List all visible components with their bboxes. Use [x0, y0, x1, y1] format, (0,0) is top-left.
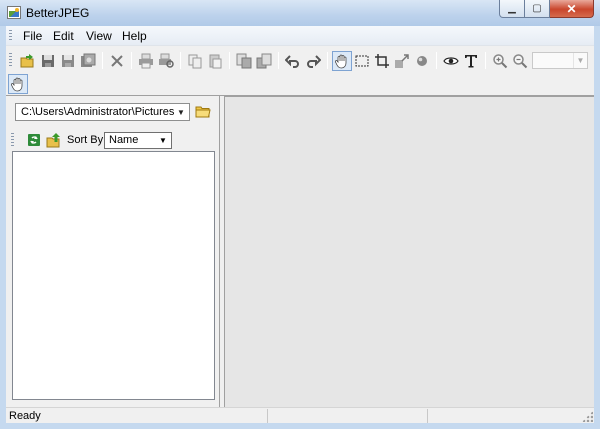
paste-region-button[interactable] [254, 51, 274, 71]
toolbar-grip[interactable] [9, 53, 12, 68]
sort-toolbar: Sort By: Name ▼ [6, 129, 220, 151]
preview-eye-icon [443, 57, 459, 65]
minimize-icon: ▁ [508, 3, 516, 14]
file-browser-panel: C:\Users\Administrator\Pictures ▼ Sort B… [6, 96, 220, 407]
resize-grip[interactable] [582, 411, 593, 422]
save-button[interactable] [38, 51, 58, 71]
paste-region-icon [256, 53, 272, 69]
folder-icon [195, 106, 211, 118]
print-button[interactable] [136, 51, 156, 71]
text-tool-icon [465, 55, 477, 68]
tool-options-toolbar [6, 74, 594, 94]
save-copy-icon [81, 53, 96, 67]
redeye-icon [417, 56, 427, 66]
zoom-in-button[interactable] [490, 51, 510, 71]
preview-button[interactable] [441, 51, 461, 71]
save-as-icon [62, 55, 74, 67]
open-folder-icon [20, 54, 34, 68]
delete-icon [111, 55, 123, 67]
status-text: Ready [9, 410, 41, 422]
undo-icon [285, 55, 299, 68]
copy-button[interactable] [185, 51, 205, 71]
app-icon [7, 6, 21, 19]
main-toolbar: ▼ [6, 47, 594, 74]
redo-button[interactable] [303, 51, 323, 71]
print-icon [139, 53, 153, 69]
refresh-button[interactable] [24, 130, 44, 150]
paste-icon [209, 54, 222, 69]
zoom-out-button[interactable] [510, 51, 530, 71]
maximize-icon: ▢ [532, 3, 542, 14]
redeye-button[interactable] [412, 51, 432, 71]
hand-tool-icon [335, 54, 347, 69]
undo-button[interactable] [283, 51, 303, 71]
menu-view[interactable]: View [86, 29, 112, 43]
chevron-down-icon: ▼ [177, 107, 185, 117]
file-list[interactable] [12, 151, 215, 400]
paste-button[interactable] [205, 51, 225, 71]
select-rect-icon [355, 55, 369, 67]
save-as-button[interactable] [58, 51, 78, 71]
menu-bar: File Edit View Help [6, 26, 594, 46]
status-bar: Ready [6, 407, 594, 423]
print-preview-button[interactable] [156, 51, 176, 71]
close-button[interactable]: ✕ [550, 0, 594, 18]
zoom-out-icon [513, 54, 528, 69]
maximize-button[interactable]: ▢ [525, 0, 550, 18]
sort-by-select[interactable]: Name ▼ [104, 132, 172, 149]
close-icon: ✕ [566, 1, 577, 16]
window-title: BetterJPEG [26, 6, 90, 20]
status-pane-divider [267, 409, 268, 423]
parent-folder-button[interactable] [44, 130, 64, 150]
copy-region-icon [236, 53, 252, 69]
redo-icon [307, 55, 321, 68]
print-preview-icon [159, 53, 174, 68]
resize-button[interactable] [392, 51, 412, 71]
text-tool-button[interactable] [461, 51, 481, 71]
minimize-button[interactable]: ▁ [499, 0, 525, 18]
title-bar[interactable]: BetterJPEG ▁ ▢ ✕ [0, 0, 600, 26]
menu-grip[interactable] [9, 30, 12, 42]
refresh-icon [28, 134, 40, 146]
sort-toolbar-grip[interactable] [11, 133, 14, 146]
chevron-down-icon: ▼ [159, 136, 167, 145]
select-rect-button[interactable] [352, 51, 372, 71]
save-icon [42, 55, 54, 67]
zoom-select[interactable]: ▼ [532, 52, 588, 69]
delete-button[interactable] [107, 51, 127, 71]
resize-icon [395, 54, 409, 68]
open-button[interactable] [18, 51, 38, 71]
path-combobox[interactable]: C:\Users\Administrator\Pictures ▼ [15, 103, 190, 121]
sort-by-value: Name [109, 134, 139, 146]
copy-icon [188, 54, 202, 69]
path-value: C:\Users\Administrator\Pictures [21, 106, 175, 118]
image-viewer[interactable] [224, 96, 594, 407]
menu-file[interactable]: File [23, 29, 42, 43]
menu-help[interactable]: Help [122, 29, 147, 43]
copy-region-button[interactable] [234, 51, 254, 71]
zoom-in-icon [493, 54, 508, 69]
hand-tool-option-button[interactable] [8, 74, 28, 94]
menu-edit[interactable]: Edit [53, 29, 74, 43]
sort-by-label: Sort By: [67, 134, 107, 146]
up-folder-icon [46, 133, 60, 148]
chevron-down-icon: ▼ [573, 53, 587, 68]
crop-button[interactable] [372, 51, 392, 71]
client-area: File Edit View Help ▼ C:\Users\Administr… [6, 26, 594, 423]
browse-folder-button[interactable] [195, 105, 211, 119]
save-copy-button[interactable] [78, 51, 98, 71]
crop-icon [375, 54, 389, 68]
status-pane-divider [427, 409, 428, 423]
hand-tool-button[interactable] [332, 51, 352, 71]
app-window: BetterJPEG ▁ ▢ ✕ File Edit View Help ▼ C… [0, 0, 600, 429]
hand-tool-icon [11, 77, 23, 92]
